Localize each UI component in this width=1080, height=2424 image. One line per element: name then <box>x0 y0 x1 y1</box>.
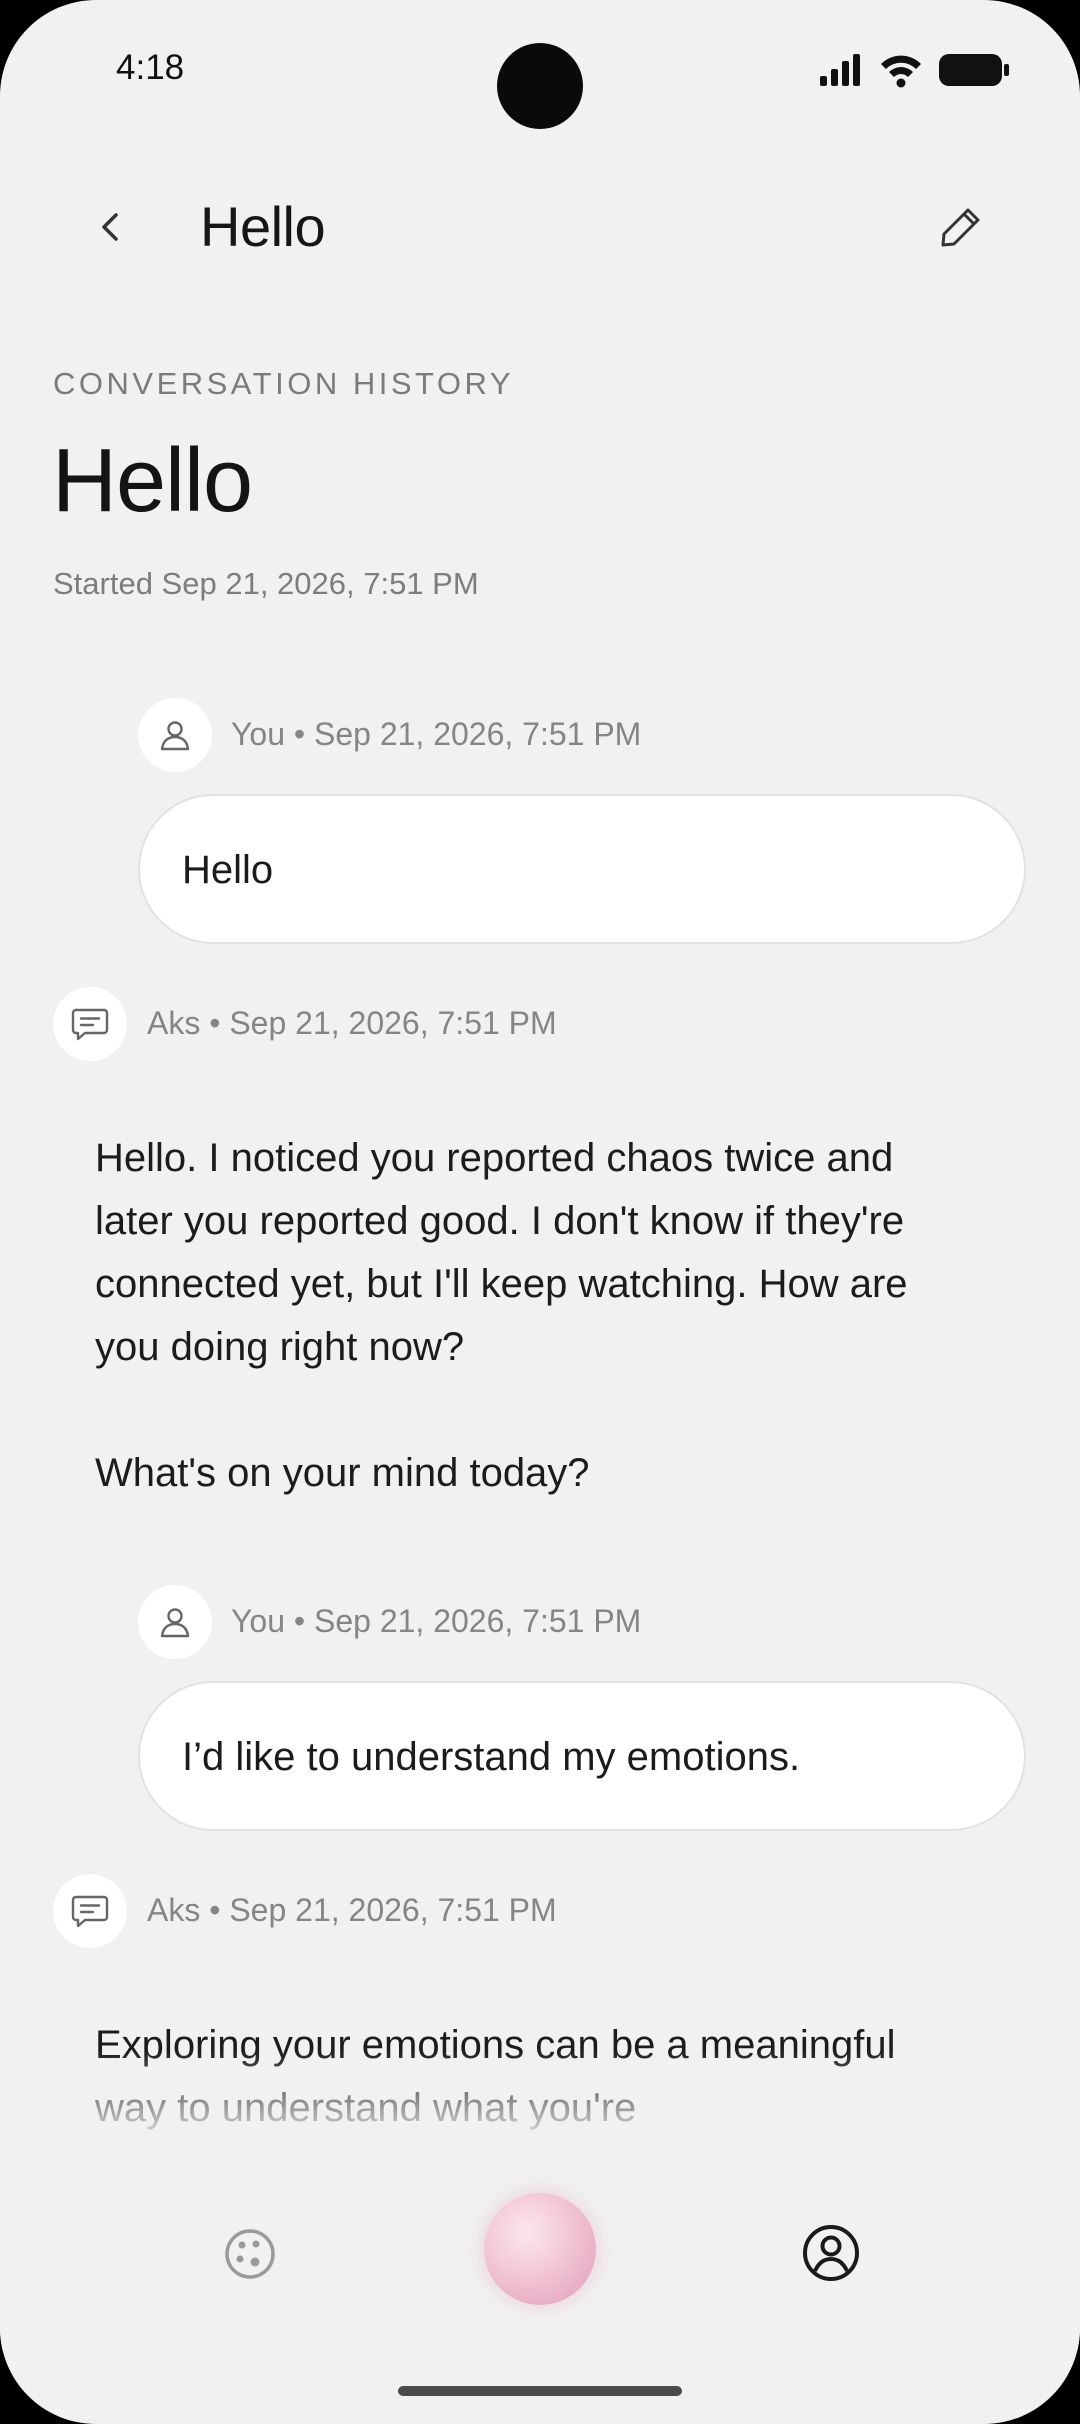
battery-icon <box>939 54 1009 86</box>
app-bar-title: Hello <box>200 195 326 258</box>
user-message-text: Hello <box>182 848 274 892</box>
top-app-bar: Hello <box>0 180 1080 280</box>
chat-bubble-icon <box>71 1008 109 1041</box>
home-indicator[interactable] <box>398 2386 682 2396</box>
message-meta: You • Sep 21, 2026, 7:51 PM <box>231 716 642 752</box>
status-bar: 4:18 <box>0 0 1080 140</box>
user-message-text: I’d like to understand my emotions. <box>182 1735 801 1779</box>
person-icon <box>160 721 190 751</box>
nav-orb-button[interactable] <box>484 2193 596 2305</box>
message-meta: Aks • Sep 21, 2026, 7:51 PM <box>147 1892 557 1928</box>
wifi-icon <box>881 55 921 88</box>
conversation-started: Started Sep 21, 2026, 7:51 PM <box>53 566 479 601</box>
assistant-message-paragraph: Hello. I noticed you reported chaos twic… <box>95 1136 908 1369</box>
app-screen: 4:18 Hello CONVERSATION HISTORY Hello St… <box>0 0 1080 2424</box>
user-avatar <box>138 1585 212 1659</box>
assistant-message: Hello. I noticed you reported chaos twic… <box>95 1127 915 1505</box>
status-icons <box>818 52 1010 88</box>
section-label: CONVERSATION HISTORY <box>53 366 515 401</box>
nav-explore-button[interactable] <box>220 2224 280 2284</box>
nav-profile-button[interactable] <box>800 2222 862 2284</box>
back-button[interactable] <box>80 196 142 258</box>
front-camera <box>497 43 583 129</box>
user-message-bubble: I’d like to understand my emotions. <box>138 1681 1026 1831</box>
assistant-avatar <box>53 1874 127 1948</box>
status-time: 4:18 <box>116 48 185 87</box>
user-message-bubble: Hello <box>138 794 1026 944</box>
person-icon <box>160 1608 190 1638</box>
chevron-left-icon <box>102 213 118 241</box>
message-meta: Aks • Sep 21, 2026, 7:51 PM <box>147 1005 557 1041</box>
message-meta: You • Sep 21, 2026, 7:51 PM <box>231 1603 642 1639</box>
palette-icon <box>225 2229 275 2279</box>
profile-circle-icon <box>803 2225 859 2281</box>
cellular-signal-icon <box>820 54 860 86</box>
pencil-icon <box>941 208 980 247</box>
conversation-title: Hello <box>52 431 253 531</box>
chat-bubble-icon <box>71 1895 109 1928</box>
edit-button[interactable] <box>930 196 992 258</box>
assistant-message-paragraph: What's on your mind today? <box>95 1451 590 1495</box>
user-avatar <box>138 698 212 772</box>
assistant-avatar <box>53 987 127 1061</box>
bottom-navigation <box>0 2150 1080 2350</box>
